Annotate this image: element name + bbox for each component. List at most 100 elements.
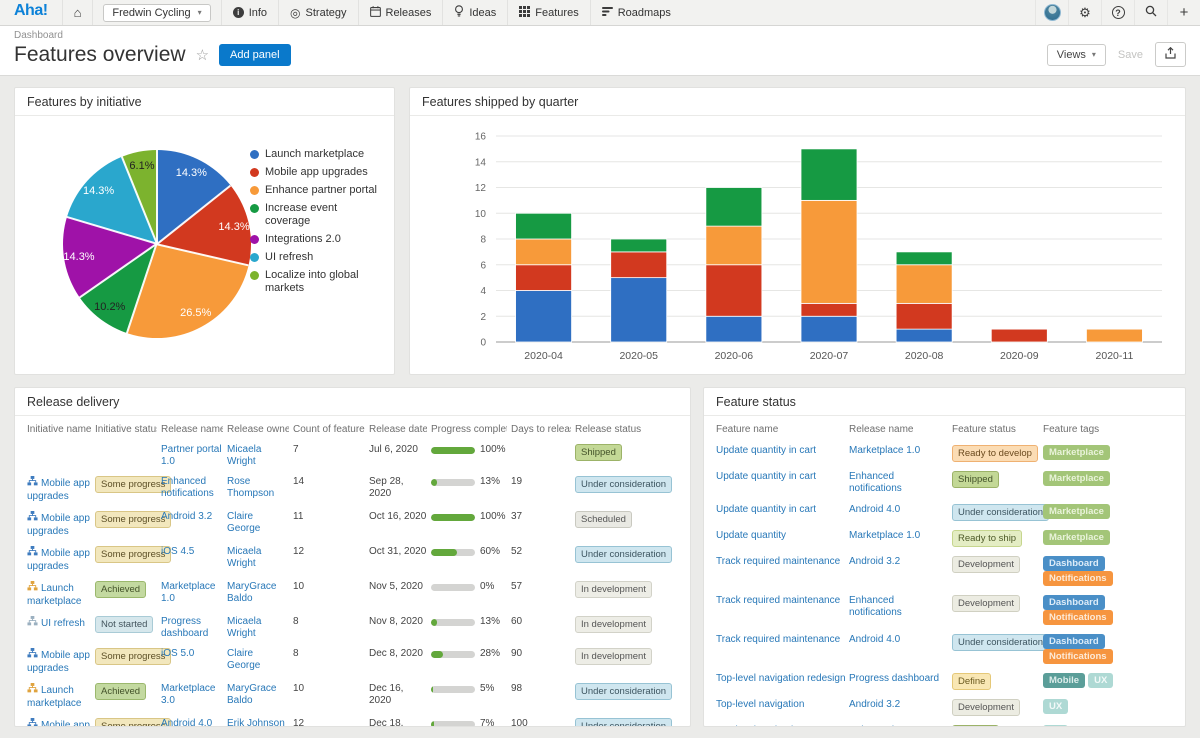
svg-text:4: 4 bbox=[480, 286, 486, 297]
panel-title: Release delivery bbox=[15, 388, 690, 416]
feature-link[interactable]: Track required maintenance bbox=[716, 595, 840, 606]
feature-name-cell: Update quantity in cart bbox=[716, 445, 846, 457]
user-menu-button[interactable] bbox=[1035, 0, 1068, 25]
release-date: Oct 16, 2020 bbox=[369, 511, 427, 522]
views-button[interactable]: Views ▾ bbox=[1046, 43, 1106, 66]
release-link[interactable]: Enhanced notifications bbox=[849, 725, 902, 726]
release-link[interactable]: iOS 4.5 bbox=[161, 546, 194, 557]
owner-link[interactable]: Erik Johnson bbox=[227, 718, 285, 726]
nav-item-ideas[interactable]: Ideas bbox=[442, 0, 507, 25]
release-link[interactable]: Partner portal 1.0 bbox=[161, 444, 222, 467]
feature-link[interactable]: Update quantity in cart bbox=[716, 445, 816, 456]
home-button[interactable]: ⌂ bbox=[61, 0, 93, 25]
nav-item-releases[interactable]: Releases bbox=[357, 0, 443, 25]
feature-status-cell: Development bbox=[952, 595, 1040, 612]
initiative-cell: Mobile app upgrades bbox=[27, 476, 91, 503]
release-link[interactable]: Marketplace 1.0 bbox=[849, 445, 920, 456]
feature-tag: Dashboard bbox=[1043, 556, 1105, 571]
progress-fill bbox=[431, 720, 435, 726]
bar-segment bbox=[895, 251, 953, 266]
owner-link[interactable]: MaryGrace Baldo bbox=[227, 683, 276, 706]
table-row: Top-level navigation Enhanced notificatio… bbox=[716, 720, 1173, 726]
nav-item-roadmaps[interactable]: Roadmaps bbox=[589, 0, 682, 25]
table-row: Launch marketplace Achieved Marketplace 3.… bbox=[27, 679, 678, 714]
feature-link[interactable]: Top-level navigation bbox=[716, 699, 804, 710]
release-link[interactable]: Android 4.0 bbox=[849, 634, 900, 645]
progress-bar bbox=[431, 446, 475, 454]
feature-link[interactable]: Update quantity bbox=[716, 530, 786, 541]
feature-status-badge: Development bbox=[952, 556, 1020, 573]
feature-name-cell: Track required maintenance bbox=[716, 634, 846, 646]
nav-item-info[interactable]: i Info bbox=[220, 0, 278, 25]
nav-item-strategy[interactable]: ◎ Strategy bbox=[278, 0, 357, 25]
legend-item: Enhance partner portal bbox=[250, 184, 384, 197]
bar-segment bbox=[895, 302, 953, 330]
nav-item-features[interactable]: Features bbox=[507, 0, 589, 25]
breadcrumb[interactable]: Dashboard bbox=[14, 30, 1186, 41]
feature-link[interactable]: Track required maintenance bbox=[716, 556, 840, 567]
release-link[interactable]: Enhanced notifications bbox=[161, 476, 214, 499]
initiative-link[interactable]: UI refresh bbox=[41, 618, 85, 629]
workspace-selector[interactable]: Fredwin Cycling ▾ bbox=[103, 3, 211, 22]
owner-link[interactable]: MaryGrace Baldo bbox=[227, 581, 276, 604]
feature-tag: Notifications bbox=[1043, 571, 1113, 586]
aha-logo[interactable]: Aha! bbox=[0, 0, 62, 25]
owner-link[interactable]: Rose Thompson bbox=[227, 476, 274, 499]
panel-title: Features by initiative bbox=[15, 88, 394, 116]
save-button[interactable]: Save bbox=[1118, 49, 1143, 61]
svg-text:8: 8 bbox=[480, 235, 486, 246]
release-link[interactable]: Marketplace 1.0 bbox=[161, 581, 215, 604]
release-status-cell: Shipped bbox=[575, 444, 678, 461]
release-name-cell: Android 3.2 bbox=[849, 699, 949, 711]
search-button[interactable] bbox=[1134, 0, 1167, 25]
avatar bbox=[1043, 4, 1061, 21]
release-link[interactable]: Android 3.2 bbox=[849, 556, 900, 567]
feature-link[interactable]: Update quantity in cart bbox=[716, 471, 816, 482]
initiative-cell: Mobile app upgrades bbox=[27, 546, 91, 573]
column-header: Initiative status bbox=[95, 424, 157, 435]
feature-link[interactable]: Update quantity in cart bbox=[716, 504, 816, 515]
initiative-icon bbox=[27, 616, 38, 631]
release-link[interactable]: Marketplace 1.0 bbox=[849, 530, 920, 541]
release-name-cell: Marketplace 1.0 bbox=[849, 530, 949, 542]
release-date: Oct 31, 2020 bbox=[369, 546, 427, 557]
owner-link[interactable]: Micaela Wright bbox=[227, 616, 261, 639]
owner-link[interactable]: Micaela Wright bbox=[227, 444, 261, 467]
release-link[interactable]: Android 3.2 bbox=[849, 699, 900, 710]
pie-slice-label: 14.3% bbox=[218, 220, 250, 233]
feature-link[interactable]: Top-level navigation bbox=[716, 725, 804, 726]
settings-button[interactable]: ⚙ bbox=[1068, 0, 1101, 25]
favorite-star-icon[interactable]: ☆ bbox=[196, 46, 209, 64]
progress-value: 28% bbox=[480, 648, 501, 659]
release-name-cell: Marketplace 1.0 bbox=[161, 581, 223, 605]
release-name-cell: Enhanced notifications bbox=[161, 476, 223, 500]
progress-value: 13% bbox=[480, 616, 501, 627]
release-link[interactable]: Marketplace 3.0 bbox=[161, 683, 215, 706]
bar-segment bbox=[895, 264, 953, 304]
table-row: Mobile app upgrades Some progressAndroid … bbox=[27, 714, 678, 726]
feature-tag: Marketplace bbox=[1043, 504, 1110, 519]
release-link[interactable]: Enhanced notifications bbox=[849, 471, 902, 494]
release-link[interactable]: Android 4.0 bbox=[849, 504, 900, 515]
owner-link[interactable]: Claire George bbox=[227, 648, 260, 671]
release-link[interactable]: Android 4.0 bbox=[161, 718, 212, 726]
roadmap-bars-icon bbox=[601, 6, 613, 20]
add-button[interactable]: + bbox=[1167, 0, 1200, 25]
release-link[interactable]: Progress dashboard bbox=[161, 616, 208, 639]
pie-slice-label: 10.2% bbox=[94, 301, 126, 314]
release-date: Nov 5, 2020 bbox=[369, 581, 423, 592]
release-link[interactable]: Enhanced notifications bbox=[849, 595, 902, 618]
add-panel-button[interactable]: Add panel bbox=[219, 43, 291, 66]
release-table-body: Partner portal 1.0 Micaela Wright 7 Jul 6, … bbox=[27, 440, 678, 726]
feature-link[interactable]: Track required maintenance bbox=[716, 634, 840, 645]
owner-link[interactable]: Micaela Wright bbox=[227, 546, 261, 569]
page-title: Features overview bbox=[14, 42, 186, 66]
export-button[interactable] bbox=[1155, 42, 1186, 67]
feature-table-body: Update quantity in cart Marketplace 1.0 Re… bbox=[716, 440, 1173, 726]
release-link[interactable]: Android 3.2 bbox=[161, 511, 212, 522]
owner-link[interactable]: Claire George bbox=[227, 511, 260, 534]
release-link[interactable]: iOS 5.0 bbox=[161, 648, 194, 659]
help-button[interactable]: ? bbox=[1101, 0, 1134, 25]
release-owner-cell: MaryGrace Baldo bbox=[227, 581, 289, 605]
svg-text:2: 2 bbox=[480, 312, 486, 323]
